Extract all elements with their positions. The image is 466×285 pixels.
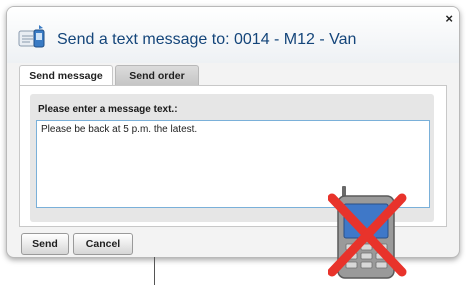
- send-button[interactable]: Send: [21, 233, 69, 255]
- tab-send-order[interactable]: Send order: [115, 65, 199, 86]
- connector-line: [154, 257, 155, 285]
- message-prompt-label: Please enter a message text.:: [38, 104, 178, 115]
- cancel-button[interactable]: Cancel: [73, 233, 133, 255]
- sms-message-icon: [18, 25, 45, 48]
- tab-send-message[interactable]: Send message: [19, 65, 113, 86]
- mobile-phone-crossed-out-icon: [328, 186, 407, 279]
- dialog-title: Send a text message to: 0014 - M12 - Van: [57, 31, 357, 48]
- close-icon[interactable]: ×: [445, 11, 453, 26]
- dialog-titlebar: Send a text message to: 0014 - M12 - Van…: [7, 7, 459, 63]
